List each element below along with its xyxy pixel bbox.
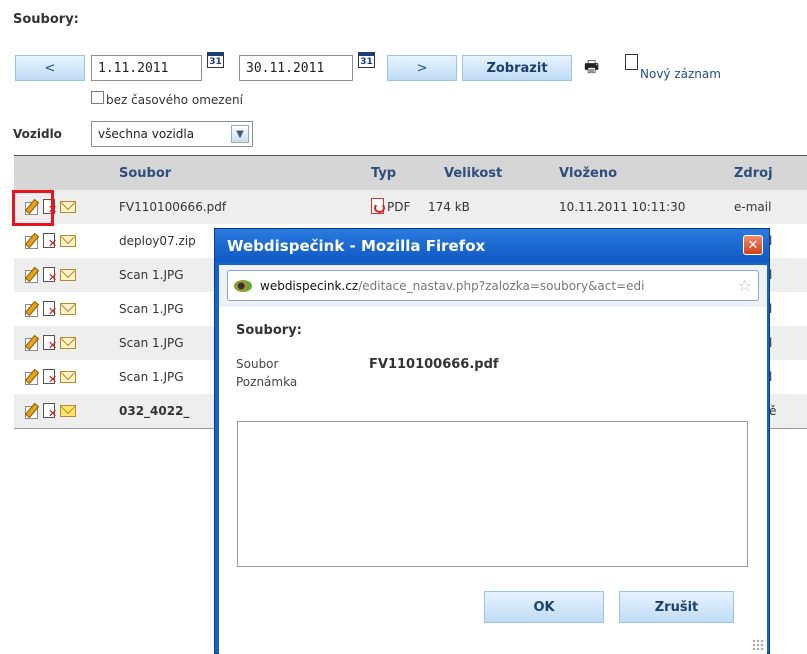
file-source: ě [769,404,777,418]
popup-titlebar[interactable]: Webdispečink - Mozilla Firefox [215,229,769,262]
envelope-icon[interactable] [60,405,76,417]
no-time-limit-label: bez časového omezení [106,93,243,107]
pdf-icon [371,198,385,214]
bookmark-star-icon[interactable]: ☆ [738,276,752,295]
note-textarea[interactable] [237,421,748,567]
file-value: FV110100666.pdf [369,357,499,372]
file-name[interactable]: Scan 1.JPG [119,302,184,316]
delete-icon[interactable] [42,233,57,250]
delete-icon[interactable] [42,369,57,386]
file-name[interactable]: Scan 1.JPG [119,268,184,282]
file-name[interactable]: FV110100666.pdf [119,200,226,214]
new-document-icon[interactable] [625,54,638,70]
column-header-inserted[interactable]: Vloženo [559,166,617,181]
envelope-icon[interactable] [60,201,76,213]
site-favicon-icon [234,279,252,292]
file-name[interactable]: deploy07.zip [119,234,196,248]
envelope-icon[interactable] [60,337,76,349]
file-name[interactable]: Scan 1.JPG [119,370,184,384]
prev-period-button[interactable]: < [15,55,85,81]
file-type: PDF [387,200,411,214]
printer-icon[interactable]: 🖶 [584,56,599,83]
file-size: 174 kB [428,200,470,214]
url-host: webdispecink.cz [260,278,359,293]
no-time-limit-checkbox[interactable] [91,91,104,104]
file-name[interactable]: 032_4022_ [119,404,189,418]
date-from-input[interactable]: 1.11.2011 [91,55,202,81]
vehicle-label: Vozidlo [13,127,62,141]
url-field[interactable]: webdispecink.cz /editace_nastav.php?zalo… [227,270,759,301]
resize-grip[interactable] [752,639,764,651]
envelope-icon[interactable] [60,269,76,281]
calendar-from-icon[interactable]: 31 [207,52,224,68]
delete-icon[interactable] [42,335,57,352]
edit-icon[interactable] [24,403,39,419]
table-row: FV110100666.pdf PDF 174 kB 10.11.2011 10… [14,190,807,224]
popup-window: Webdispečink - Mozilla Firefox ✕ webdisp… [214,228,770,654]
edit-icon[interactable] [24,233,39,249]
cancel-button[interactable]: Zrušit [619,591,734,623]
highlight-box [12,190,54,226]
ok-button[interactable]: OK [484,591,604,623]
table-header: Soubor Typ Velikost Vloženo Zdroj [14,155,807,190]
column-header-type[interactable]: Typ [371,166,396,181]
calendar-to-icon[interactable]: 31 [358,52,375,68]
edit-icon[interactable] [24,301,39,317]
page-title: Soubory: [13,12,79,27]
close-button[interactable]: ✕ [743,235,763,255]
column-header-size[interactable]: Velikost [444,166,502,181]
popup-heading: Soubory: [236,323,302,338]
show-button[interactable]: Zobrazit [462,55,572,81]
envelope-icon[interactable] [60,235,76,247]
url-bar: webdispecink.cz /editace_nastav.php?zalo… [219,265,767,307]
popup-title: Webdispečink - Mozilla Firefox [227,236,486,255]
delete-icon[interactable] [42,403,57,420]
popup-body: Soubory: Soubor FV110100666.pdf Poznámka… [219,307,767,654]
column-header-file[interactable]: Soubor [119,166,171,181]
file-source: e-mail [734,200,772,214]
envelope-icon[interactable] [60,371,76,383]
delete-icon[interactable] [42,267,57,284]
column-header-source[interactable]: Zdroj [734,166,773,181]
edit-icon[interactable] [24,369,39,385]
file-inserted: 10.11.2011 10:11:30 [559,200,686,214]
file-name[interactable]: Scan 1.JPG [119,336,184,350]
url-path: /editace_nastav.php?zalozka=soubory&act=… [358,278,645,293]
edit-icon[interactable] [24,335,39,351]
edit-icon[interactable] [24,267,39,283]
new-record-link[interactable]: Nový záznam [640,67,721,81]
envelope-icon[interactable] [60,303,76,315]
note-label: Poznámka [236,375,298,389]
delete-icon[interactable] [42,301,57,318]
vehicle-select[interactable]: všechna vozidla ▼ [91,121,253,147]
file-label: Soubor [236,357,279,371]
chevron-down-icon[interactable]: ▼ [231,125,249,143]
date-to-input[interactable]: 30.11.2011 [239,55,353,81]
next-period-button[interactable]: > [387,55,457,81]
vehicle-select-value: všechna vozidla [98,127,195,141]
